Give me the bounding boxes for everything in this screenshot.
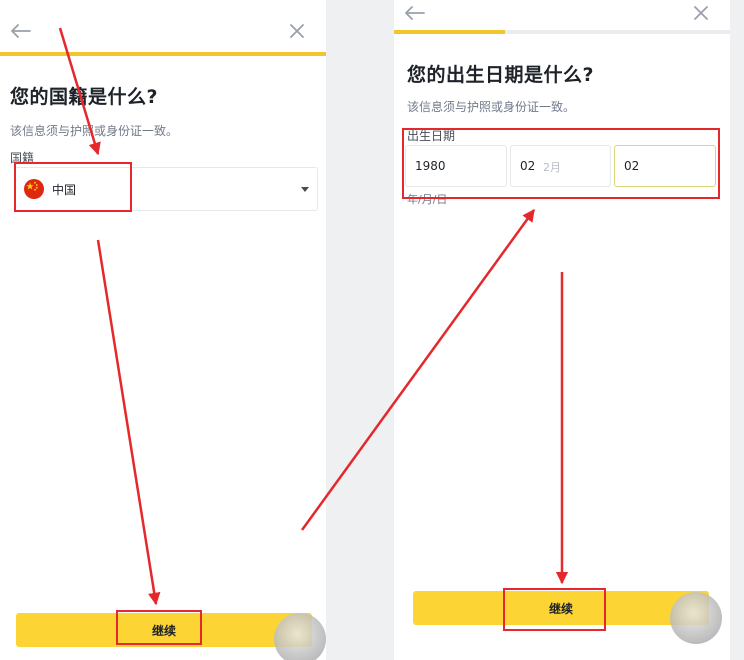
close-icon: [694, 6, 708, 20]
birthdate-screen: 您的出生日期是什么? 该信息须与护照或身份证一致。 出生日期 1980 02 2…: [394, 0, 730, 660]
continue-button[interactable]: 继续: [413, 591, 709, 625]
birth-month-input[interactable]: 02 2月: [510, 145, 611, 187]
touch-indicator: [274, 613, 326, 660]
continue-label: 继续: [151, 623, 176, 638]
continue-label: 继续: [548, 601, 573, 616]
birth-month-hint: 2月: [543, 161, 561, 174]
progress-bar: [394, 30, 730, 34]
close-button[interactable]: [688, 0, 714, 26]
birth-day-value: 02: [624, 159, 640, 173]
progress-bar: [0, 52, 326, 56]
back-button[interactable]: [402, 0, 428, 26]
page-subtitle: 该信息须与护照或身份证一致。: [10, 124, 179, 138]
birthdate-label: 出生日期: [407, 129, 456, 143]
close-icon: [290, 24, 304, 38]
nationality-value: 中国: [52, 183, 77, 197]
date-format-hint: 年/月/日: [407, 193, 448, 206]
birth-day-input[interactable]: 02: [614, 145, 716, 187]
page-subtitle: 该信息须与护照或身份证一致。: [407, 100, 576, 114]
arrow-left-icon: [11, 24, 31, 38]
top-bar: [0, 0, 326, 54]
birth-month-value: 02: [520, 159, 536, 173]
page-title: 您的出生日期是什么?: [407, 64, 595, 86]
progress-fill: [0, 52, 326, 56]
china-flag-icon: [24, 179, 44, 199]
continue-button[interactable]: 继续: [16, 613, 312, 647]
back-button[interactable]: [8, 18, 34, 44]
nationality-label: 国籍: [10, 151, 35, 165]
birth-year-value: 1980: [415, 159, 446, 173]
touch-indicator: [670, 592, 722, 644]
close-button[interactable]: [284, 18, 310, 44]
nationality-select[interactable]: 中国: [14, 167, 318, 211]
progress-fill: [394, 30, 505, 34]
birth-year-input[interactable]: 1980: [405, 145, 507, 187]
arrow-left-icon: [405, 6, 425, 20]
nationality-screen: 您的国籍是什么? 该信息须与护照或身份证一致。 国籍 中国 继续: [0, 0, 326, 660]
page-title: 您的国籍是什么?: [10, 86, 159, 108]
caret-down-icon: [301, 187, 309, 192]
